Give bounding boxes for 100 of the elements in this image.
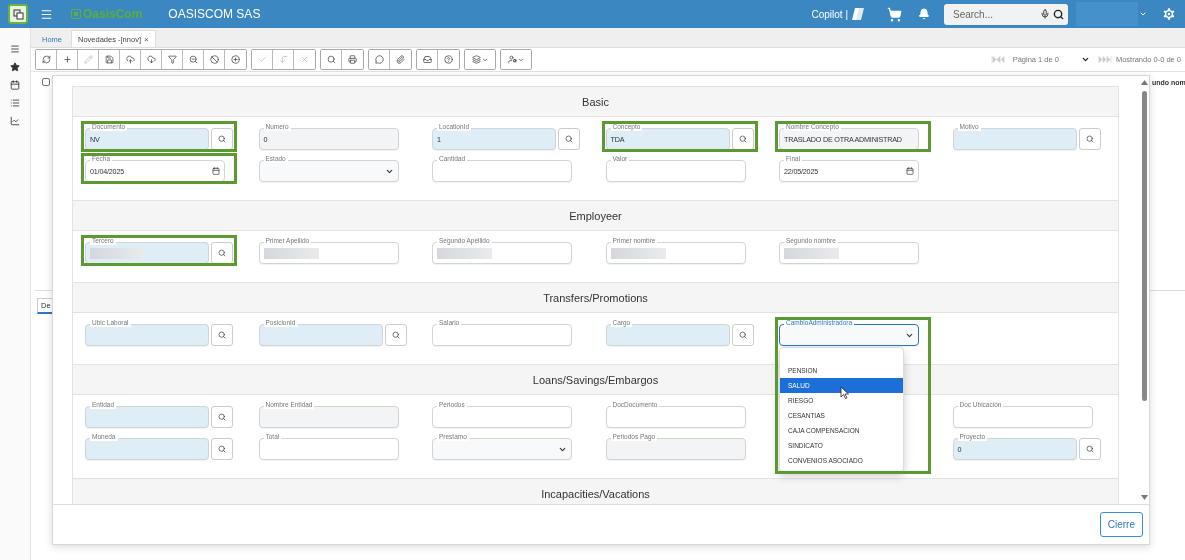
calendar-icon — [212, 167, 220, 175]
star-icon[interactable] — [10, 62, 20, 72]
menu-icon[interactable] — [40, 7, 53, 21]
cart-icon[interactable] — [887, 6, 902, 22]
search-icon — [218, 413, 226, 421]
search-icon — [326, 55, 336, 64]
search-icon — [218, 445, 226, 453]
brand-logo: OasisCom — [83, 7, 143, 21]
search-icon — [565, 135, 573, 143]
refresh-button[interactable] — [36, 50, 57, 69]
menu-icon[interactable] — [10, 44, 20, 54]
text-field[interactable] — [432, 324, 572, 346]
text-field[interactable] — [605, 160, 746, 182]
logo-icon — [71, 9, 81, 19]
search-button[interactable] — [211, 324, 233, 346]
comment-icon — [374, 55, 384, 64]
section-header: Employeer — [73, 201, 1118, 231]
search-icon — [218, 135, 226, 143]
text-field[interactable] — [605, 406, 746, 428]
lookup-field[interactable] — [85, 406, 209, 428]
section-header: Incapacities/Vacations — [73, 479, 1118, 504]
settings-icon[interactable] — [1161, 6, 1177, 22]
user-settings-icon — [508, 55, 517, 64]
save-icon — [104, 55, 114, 64]
undo-icon — [278, 55, 288, 64]
search-icon — [738, 135, 747, 143]
caret-icon[interactable] — [1139, 10, 1147, 18]
upload-icon — [125, 55, 135, 64]
edit-icon — [83, 55, 93, 64]
search-button[interactable] — [558, 128, 580, 150]
user-settings-button[interactable] — [501, 50, 531, 69]
search-button[interactable] — [1078, 128, 1101, 150]
text-field[interactable] — [432, 406, 572, 428]
list-icon[interactable] — [10, 98, 20, 108]
search-button[interactable] — [1078, 438, 1101, 460]
calendar-icon[interactable] — [10, 80, 20, 90]
close-button[interactable]: Cierre — [1099, 512, 1143, 537]
close-icon[interactable]: × — [144, 34, 149, 44]
lookup-field[interactable] — [85, 324, 209, 346]
search-button[interactable] — [211, 128, 233, 150]
scroll-down-icon[interactable] — [1141, 495, 1148, 500]
download-icon — [146, 55, 156, 64]
search-input[interactable]: Search... — [951, 7, 1037, 21]
search-button[interactable] — [211, 406, 233, 428]
attach-icon — [396, 55, 405, 64]
microphone-icon — [1040, 9, 1050, 19]
lookup-field[interactable] — [952, 128, 1077, 150]
caret-icon — [482, 56, 488, 63]
readonly-field[interactable] — [258, 406, 399, 428]
comment-button[interactable] — [369, 50, 390, 69]
layers-button[interactable] — [465, 50, 495, 69]
calendar-icon — [906, 167, 914, 175]
app-logo[interactable] — [8, 4, 28, 24]
caret-icon — [518, 56, 524, 63]
section-header: Basic — [73, 87, 1118, 117]
scroll-thumb[interactable] — [1142, 91, 1147, 401]
search-icon — [738, 331, 747, 339]
add-icon — [62, 55, 72, 64]
search-button[interactable] — [211, 438, 233, 460]
copilot-icon[interactable] — [851, 7, 865, 21]
chevron-down-icon[interactable] — [1080, 55, 1090, 64]
section-header: Transfers/Promotions — [73, 283, 1118, 313]
inbox-icon — [422, 55, 432, 64]
search-button[interactable] — [321, 50, 342, 69]
lookup-field[interactable] — [258, 324, 383, 346]
refresh-icon — [41, 55, 51, 64]
search-icon — [1085, 445, 1094, 453]
search-icon — [218, 249, 226, 257]
text-field[interactable] — [258, 438, 399, 460]
company-name: OASISCOM SAS — [168, 7, 261, 21]
cursor-icon — [840, 386, 850, 399]
zoom-out-icon — [188, 55, 198, 64]
select-field[interactable] — [779, 324, 919, 346]
lookup-field[interactable] — [85, 242, 209, 264]
search-button[interactable] — [211, 242, 233, 264]
search-icon — [1053, 8, 1064, 20]
text-field[interactable] — [952, 406, 1093, 428]
bell-icon[interactable] — [918, 8, 930, 20]
inbox-button[interactable] — [417, 50, 438, 69]
copilot-label: Copilot | — [811, 8, 848, 20]
text-field[interactable] — [432, 160, 572, 182]
cancel-icon — [209, 55, 219, 64]
text-field[interactable] — [605, 242, 746, 264]
confirm-icon — [257, 55, 267, 64]
search-button[interactable] — [731, 128, 754, 150]
checkbox[interactable] — [42, 78, 50, 86]
search-icon — [391, 331, 400, 339]
help-icon — [444, 55, 453, 64]
filter-icon — [167, 55, 177, 64]
chart-icon[interactable] — [10, 116, 20, 126]
search-button[interactable] — [731, 324, 754, 346]
lookup-field[interactable] — [85, 438, 209, 460]
layers-icon — [472, 55, 481, 64]
search-button[interactable] — [384, 324, 407, 346]
search-icon — [1085, 135, 1094, 143]
search-field[interactable]: Search... — [944, 3, 1068, 25]
search-icon — [218, 331, 226, 339]
print-icon — [348, 55, 357, 64]
scroll-up-icon[interactable] — [1141, 80, 1148, 85]
add-circle-icon — [231, 55, 240, 64]
